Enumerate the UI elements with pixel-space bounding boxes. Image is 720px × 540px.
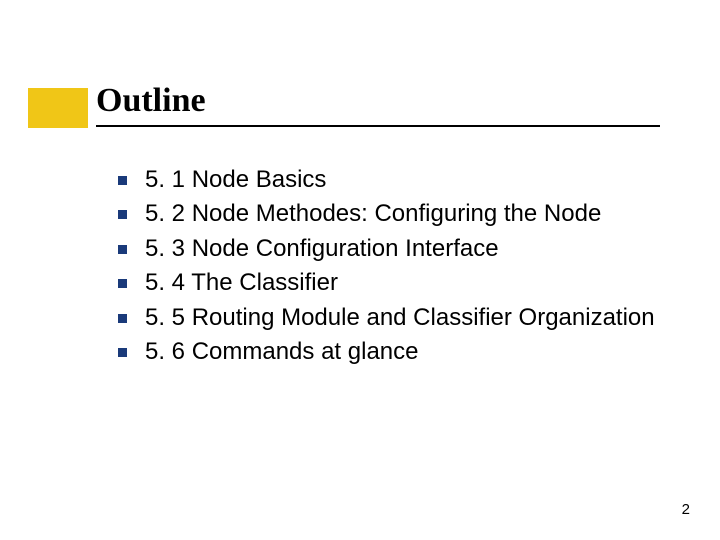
square-bullet-icon <box>118 210 127 219</box>
page-number: 2 <box>682 501 690 518</box>
list-item: 5. 3 Node Configuration Interface <box>118 233 660 265</box>
list-item-text: 5. 4 The Classifier <box>145 267 338 299</box>
square-bullet-icon <box>118 314 127 323</box>
list-item: 5. 4 The Classifier <box>118 267 660 299</box>
list-item: 5. 5 Routing Module and Classifier Organ… <box>118 302 660 334</box>
square-bullet-icon <box>118 279 127 288</box>
list-item-text: 5. 2 Node Methodes: Configuring the Node <box>145 198 601 230</box>
accent-block <box>28 88 88 128</box>
list-item: 5. 1 Node Basics <box>118 164 660 196</box>
title-container: Outline <box>96 82 660 127</box>
list-item-text: 5. 1 Node Basics <box>145 164 326 196</box>
square-bullet-icon <box>118 245 127 254</box>
content-area: 5. 1 Node Basics 5. 2 Node Methodes: Con… <box>118 164 660 370</box>
list-item-text: 5. 6 Commands at glance <box>145 336 418 368</box>
list-item-text: 5. 5 Routing Module and Classifier Organ… <box>145 302 655 334</box>
square-bullet-icon <box>118 176 127 185</box>
list-item-text: 5. 3 Node Configuration Interface <box>145 233 499 265</box>
title-underline <box>96 125 660 127</box>
square-bullet-icon <box>118 348 127 357</box>
list-item: 5. 6 Commands at glance <box>118 336 660 368</box>
list-item: 5. 2 Node Methodes: Configuring the Node <box>118 198 660 230</box>
slide-title: Outline <box>96 82 660 123</box>
